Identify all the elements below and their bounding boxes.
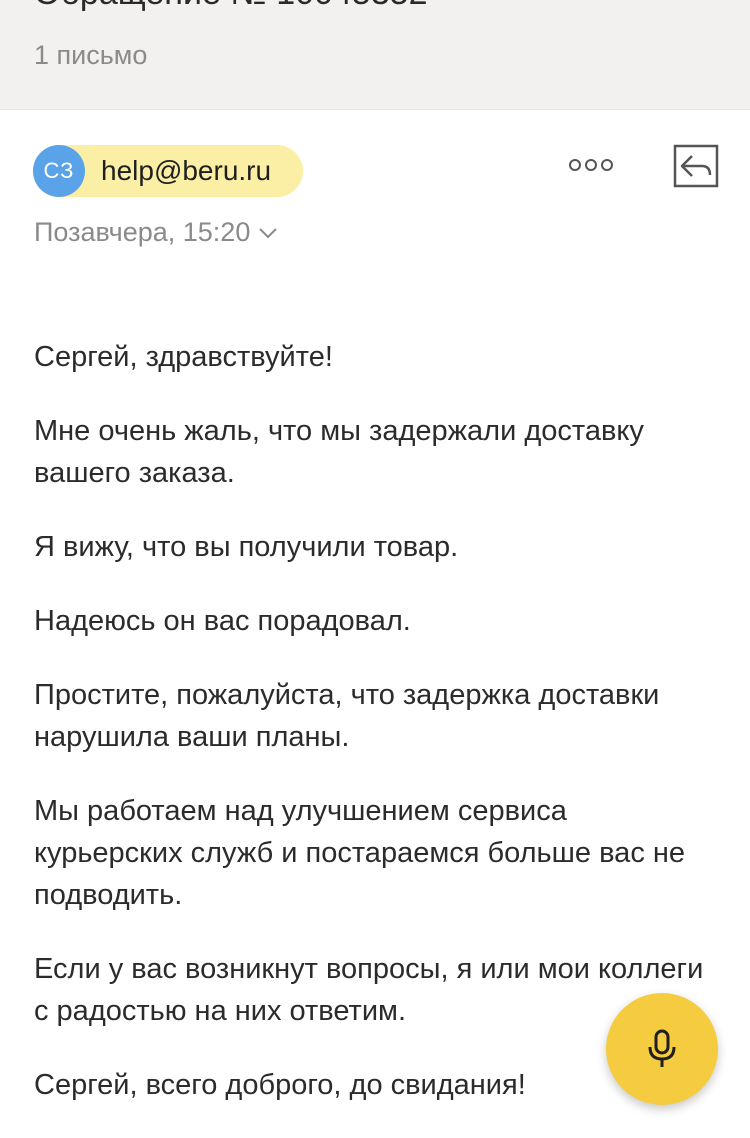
thread-header: Обращение № 10045352 1 письмо — [0, 0, 750, 110]
sender-row: СЗ help@beru.ru — [33, 144, 304, 198]
avatar: СЗ — [33, 145, 85, 197]
message-paragraph: Простите, пожалуйста, что задержка доста… — [34, 679, 660, 753]
message-paragraph: Мне очень жаль, что мы задержали доставк… — [34, 415, 644, 489]
message-paragraph: Сергей, здравствуйте! — [34, 341, 333, 373]
more-dot — [601, 159, 613, 171]
sender-email: help@beru.ru — [101, 155, 272, 186]
more-dots-icon — [569, 159, 581, 171]
message-count: 1 письмо — [34, 40, 148, 70]
reply-button[interactable] — [672, 142, 722, 190]
message-paragraph: Надеюсь он вас порадовал. — [34, 605, 411, 637]
message-paragraph: Я вижу, что вы получили товар. — [34, 531, 459, 563]
sender-chip[interactable]: СЗ help@beru.ru — [33, 145, 304, 197]
message-paragraph: Если у вас возникнут вопросы, я или мои … — [34, 953, 704, 1027]
reply-icon — [673, 144, 719, 188]
thread-title: Обращение № 10045352 — [34, 0, 428, 13]
more-options-button[interactable] — [565, 150, 617, 180]
microphone-icon — [648, 1029, 676, 1067]
message-body: Сергей, здравствуйте! Мне очень жаль, чт… — [34, 336, 714, 1138]
voice-input-button[interactable] — [606, 993, 718, 1105]
message-paragraph: Мы работаем над улучшением сервиса курье… — [34, 795, 686, 911]
date-text: Позавчера, 15:20 — [34, 217, 251, 247]
more-dot — [585, 159, 597, 171]
chevron-down-icon — [259, 227, 278, 238]
message-date[interactable]: Позавчера, 15:20 — [34, 217, 278, 248]
